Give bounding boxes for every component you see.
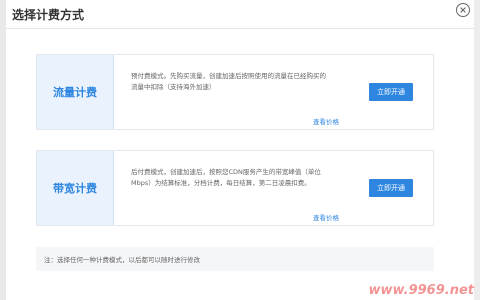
backdrop-right (474, 0, 480, 300)
dialog-title: 选择计费方式 (12, 8, 85, 22)
plan-description: 预付费模式。先购买流量，创建加速后按照使用的流量在已经购买的流量中扣除（支持海外… (131, 72, 326, 91)
view-price-link[interactable]: 查看价格 (313, 212, 339, 222)
billing-note: 注：选择任何一种计费模式，以后都可以随时进行修改 (36, 247, 434, 271)
open-now-button[interactable]: 立即开通 (369, 83, 413, 101)
view-price-link[interactable]: 查看价格 (313, 116, 339, 126)
plan-name: 带宽计费 (37, 151, 114, 225)
plan-name: 流量计费 (37, 55, 114, 129)
plan-description: 后付费模式，创建加速后，按照您CDN服务产生的带宽峰值（单位Mbps）为结算标准… (131, 168, 321, 187)
dialog-header: 选择计费方式 (6, 0, 474, 29)
watermark: www.9969.net (368, 283, 474, 298)
plan-card-traffic: 流量计费 预付费模式。先购买流量，创建加速后按照使用的流量在已经购买的流量中扣除… (36, 54, 434, 130)
plan-card-bandwidth: 带宽计费 后付费模式，创建加速后，按照您CDN服务产生的带宽峰值（单位Mbps）… (36, 150, 434, 226)
close-button[interactable] (456, 3, 470, 17)
close-icon (460, 7, 466, 13)
billing-dialog: 选择计费方式 流量计费 预付费模式。先购买流量，创建加速后按照使用的流量在已经购… (6, 0, 474, 300)
open-now-button[interactable]: 立即开通 (369, 179, 413, 197)
